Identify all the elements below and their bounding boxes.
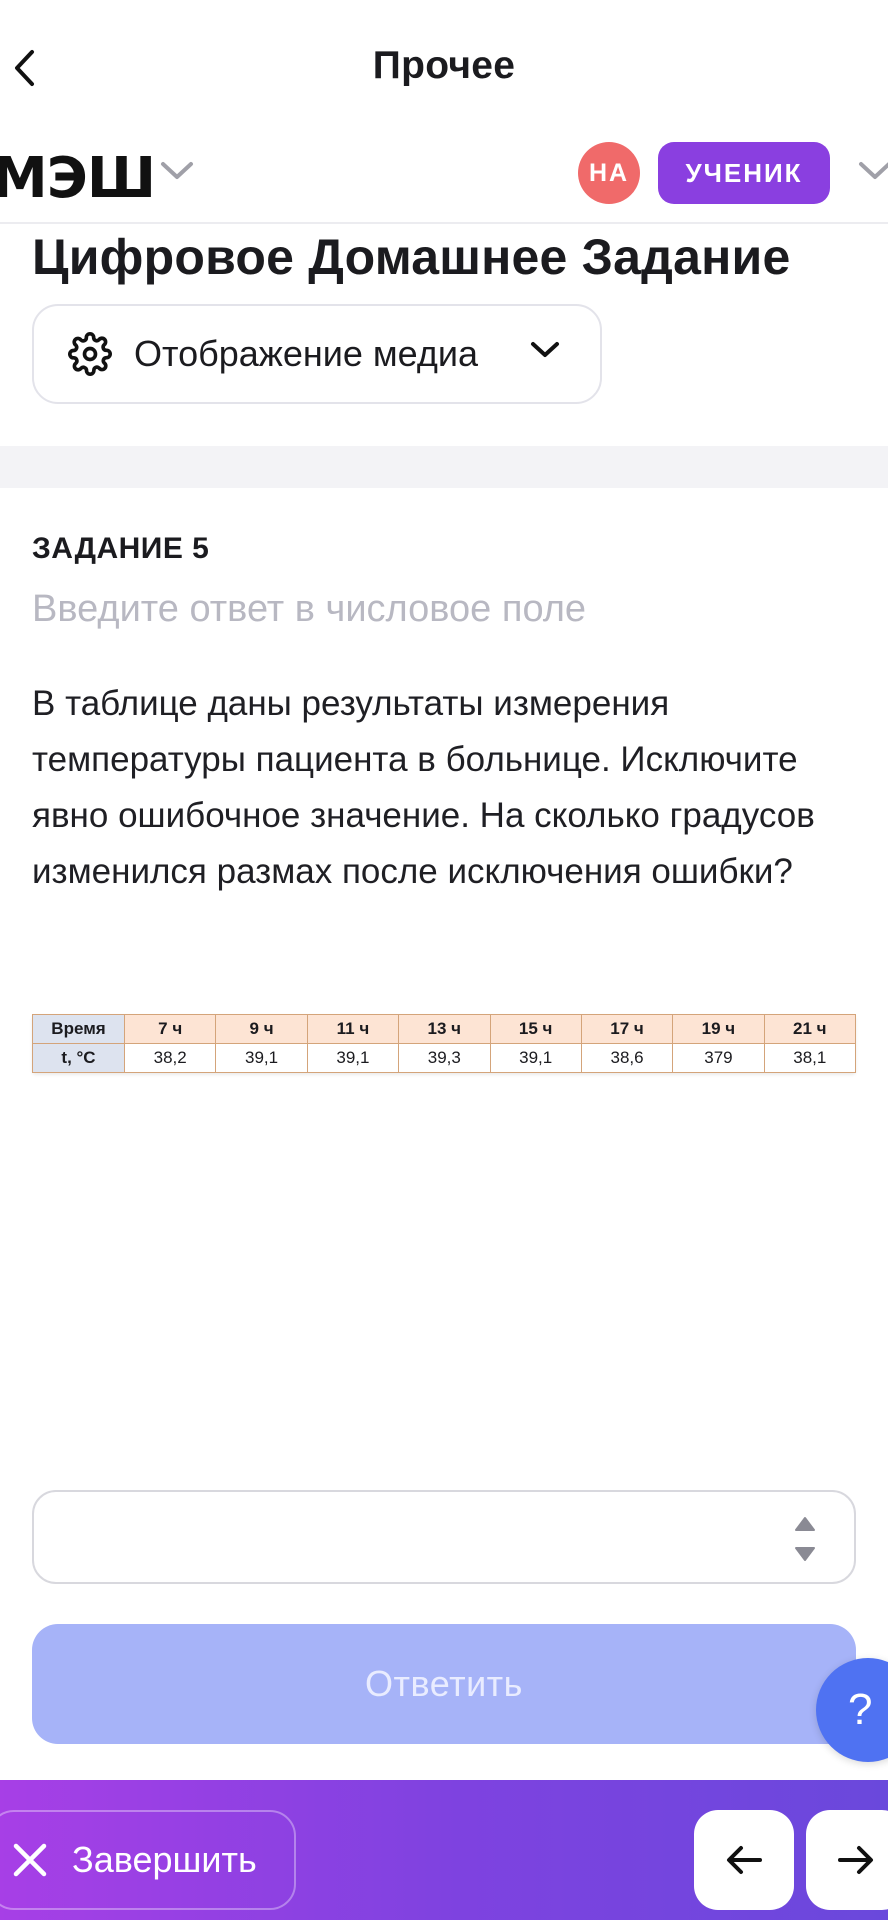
table-cell: 11 ч <box>306 1014 400 1044</box>
chevron-down-icon[interactable] <box>858 160 888 182</box>
table-cell: 39,3 <box>398 1043 491 1073</box>
answer-field[interactable] <box>32 1490 856 1584</box>
brand-bar: МЭШ НА УЧЕНИК <box>0 138 888 224</box>
table-cell: 13 ч <box>398 1014 491 1044</box>
chevron-down-icon <box>531 342 559 357</box>
submit-button[interactable]: Ответить <box>32 1624 856 1744</box>
table-cell: 39,1 <box>489 1043 582 1073</box>
stepper-icon[interactable] <box>794 1514 816 1564</box>
task-number: ЗАДАНИЕ 5 <box>32 532 210 565</box>
avatar[interactable]: НА <box>578 142 640 204</box>
task-question: В таблице даны результаты измерения темп… <box>32 684 815 891</box>
table-cell: 38,2 <box>123 1043 217 1073</box>
app-logo: МЭШ <box>0 146 156 211</box>
table-cell: 379 <box>672 1043 765 1073</box>
role-badge[interactable]: УЧЕНИК <box>658 142 830 204</box>
table-cell: 15 ч <box>489 1014 582 1044</box>
table-cell: 17 ч <box>580 1014 674 1044</box>
top-nav: Прочее <box>0 0 888 138</box>
page-title: Цифровое Домашнее Задание <box>32 229 791 285</box>
task-card: ЗАДАНИЕ 5 Введите ответ в числовое поле … <box>0 488 888 1780</box>
media-dropdown-label: Отображение медиа <box>134 333 479 374</box>
previous-button[interactable] <box>694 1810 794 1910</box>
bottom-bar: Завершить <box>0 1780 888 1920</box>
section-divider <box>0 446 888 488</box>
finish-button[interactable]: Завершить <box>0 1810 296 1910</box>
table-row: Время 7 ч 9 ч 11 ч 13 ч 15 ч 17 ч 19 ч 2… <box>32 1014 857 1044</box>
table-cell: 7 ч <box>123 1014 217 1044</box>
nav-title: Прочее <box>372 44 516 87</box>
table-cell: 38,1 <box>763 1043 857 1073</box>
task-hint: Введите ответ в числовое поле <box>32 588 587 630</box>
table-cell: 9 ч <box>215 1014 308 1044</box>
table-cell: 39,1 <box>215 1043 308 1073</box>
gear-icon <box>68 332 112 376</box>
table-cell: t, °C <box>32 1043 125 1073</box>
chevron-down-icon[interactable] <box>160 160 194 182</box>
close-icon <box>13 1843 47 1877</box>
next-button[interactable] <box>806 1810 888 1910</box>
table-cell: 21 ч <box>763 1014 857 1044</box>
table-row: t, °C 38,2 39,1 39,1 39,3 39,1 38,6 379 … <box>32 1043 857 1073</box>
temperature-table: Время 7 ч 9 ч 11 ч 13 ч 15 ч 17 ч 19 ч 2… <box>32 1014 857 1073</box>
table-cell: 19 ч <box>672 1014 765 1044</box>
answer-input[interactable] <box>58 1512 758 1564</box>
arrow-left-icon <box>727 1846 762 1874</box>
arrow-right-icon <box>838 1846 873 1874</box>
table-cell: Время <box>32 1014 125 1044</box>
table-cell: 39,1 <box>306 1043 400 1073</box>
finish-label: Завершить <box>72 1839 257 1880</box>
header-card: Цифровое Домашнее Задание Отображение ме… <box>0 224 888 446</box>
table-cell: 38,6 <box>580 1043 674 1073</box>
media-display-dropdown[interactable]: Отображение медиа <box>32 304 602 404</box>
